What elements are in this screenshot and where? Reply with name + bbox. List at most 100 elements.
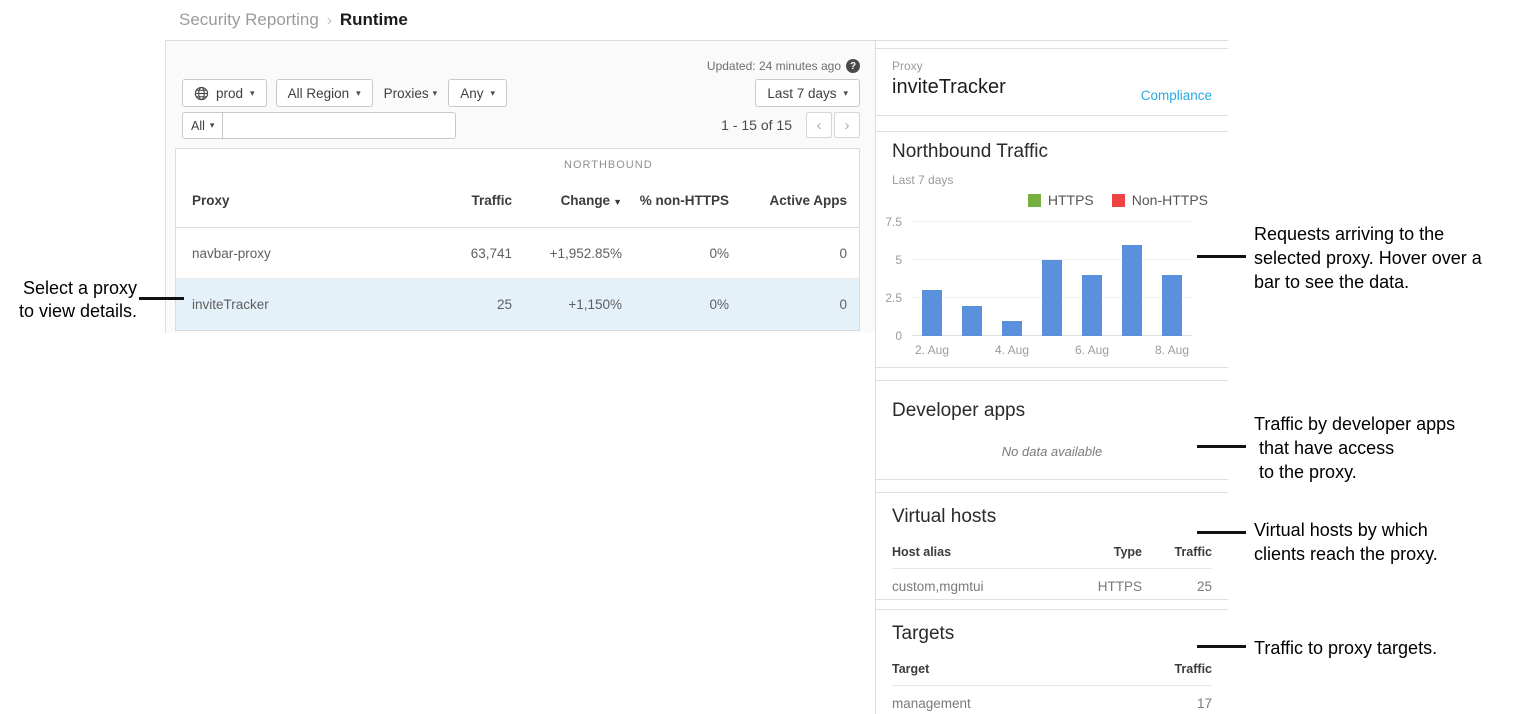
callout-requests: Requests arriving to the selected proxy.…	[1254, 222, 1482, 294]
chart-x-tick-label	[1032, 343, 1072, 357]
updated-status: Updated: 24 minutes ago ?	[707, 59, 860, 73]
chart-y-tick-label: 0	[895, 329, 902, 343]
targets-card: Targets Target Traffic management 17	[876, 609, 1228, 714]
chart-bar[interactable]	[1082, 275, 1102, 336]
cell-proxy: inviteTracker	[192, 297, 392, 312]
cell-host-alias: custom,mgmtui	[892, 579, 1052, 594]
chart-x-tick-label	[952, 343, 992, 357]
sort-desc-icon: ▼	[613, 197, 622, 207]
target-row: management 17	[892, 686, 1212, 711]
legend-swatch-https	[1028, 194, 1041, 207]
chart-x-tick-label	[1112, 343, 1152, 357]
page-title: Runtime	[340, 10, 408, 30]
updated-label: Updated: 24 minutes ago	[707, 59, 841, 73]
callout-virtual-hosts: Virtual hosts by which clients reach the…	[1254, 518, 1438, 566]
environment-label: prod	[216, 86, 243, 101]
breadcrumb-security-reporting[interactable]: Security Reporting	[179, 10, 319, 30]
filter-bar: prod ▾ All Region ▾ Proxies ▾ Any ▾	[182, 79, 507, 107]
search-bar: All ▾	[182, 112, 456, 139]
chart-y-tick-label: 5	[895, 253, 902, 267]
date-range-dropdown[interactable]: Last 7 days ▾	[755, 79, 860, 107]
caret-down-icon: ▾	[210, 120, 215, 131]
northbound-traffic-title: Northbound Traffic	[892, 141, 1212, 163]
column-header-traffic: Traffic	[1142, 662, 1212, 676]
chart-x-labels: 2. Aug4. Aug6. Aug8. Aug	[912, 343, 1192, 357]
proxies-dropdown[interactable]: Proxies ▾	[382, 86, 440, 101]
legend-label-non-https: Non-HTTPS	[1132, 192, 1208, 208]
chart-bars	[912, 222, 1192, 336]
chart-bar[interactable]	[1122, 245, 1142, 336]
cell-type: HTTPS	[1052, 579, 1142, 594]
cell-target: management	[892, 696, 1142, 711]
developer-apps-title: Developer apps	[892, 400, 1212, 422]
cell-proxy: navbar-proxy	[192, 246, 392, 261]
chart-subtitle: Last 7 days	[892, 173, 1212, 187]
cell-change: +1,150%	[512, 297, 622, 312]
region-dropdown[interactable]: All Region ▾	[276, 79, 373, 107]
chart-bar[interactable]	[962, 306, 982, 336]
globe-icon	[194, 86, 209, 101]
any-label: Any	[460, 86, 483, 101]
legend-swatch-non-https	[1112, 194, 1125, 207]
search-scope-label: All	[191, 119, 205, 133]
chart-bar[interactable]	[922, 290, 942, 336]
search-scope-dropdown[interactable]: All ▾	[182, 112, 223, 139]
virtual-hosts-title: Virtual hosts	[892, 506, 1212, 528]
table-row-navbar-proxy[interactable]: navbar-proxy 63,741 +1,952.85% 0% 0	[176, 228, 859, 279]
chart-plot	[912, 222, 1192, 336]
proxies-table: NORTHBOUND Proxy Traffic Change▼ % non-H…	[175, 148, 860, 331]
pagination: 1 - 15 of 15 ‹ ›	[721, 112, 860, 138]
northbound-traffic-card: Northbound Traffic Last 7 days HTTPS Non…	[876, 131, 1228, 368]
callout-line-targets	[1197, 645, 1246, 648]
northbound-traffic-chart: 02.557.5 2. Aug4. Aug6. Aug8. Aug	[892, 222, 1212, 357]
cell-traffic: 25	[1142, 579, 1212, 594]
column-header-target: Target	[892, 662, 1142, 676]
proxy-header-card: Proxy inviteTracker Compliance	[876, 48, 1228, 116]
chart-legend: HTTPS Non-HTTPS	[892, 192, 1212, 208]
callout-line-select-proxy	[139, 297, 184, 300]
cell-traffic: 17	[1142, 696, 1212, 711]
cell-change: +1,952.85%	[512, 246, 622, 261]
environment-dropdown[interactable]: prod ▾	[182, 79, 267, 107]
help-icon[interactable]: ?	[846, 59, 860, 73]
column-header-traffic[interactable]: Traffic	[392, 193, 512, 210]
chart-y-axis: 02.557.5	[892, 222, 912, 336]
chart-y-tick-label: 2.5	[885, 291, 902, 305]
pagination-label: 1 - 15 of 15	[721, 117, 792, 133]
chart-bar[interactable]	[1042, 260, 1062, 336]
table-row-invitetracker[interactable]: inviteTracker 25 +1,150% 0% 0	[176, 279, 859, 330]
cell-traffic: 63,741	[392, 246, 512, 261]
column-header-proxy[interactable]: Proxy	[192, 193, 392, 210]
table-header-row: Proxy Traffic Change▼ % non-HTTPS Active…	[176, 176, 859, 228]
column-header-active-apps[interactable]: Active Apps	[729, 193, 847, 210]
chart-bar[interactable]	[1162, 275, 1182, 336]
caret-down-icon: ▾	[490, 88, 495, 99]
search-input[interactable]	[223, 112, 456, 139]
callout-developer-apps: Traffic by developer apps that have acce…	[1254, 412, 1455, 484]
chevron-right-icon: ›	[845, 117, 850, 134]
chevron-left-icon: ‹	[817, 117, 822, 134]
chart-x-tick-label: 4. Aug	[992, 343, 1032, 357]
date-range-label: Last 7 days	[767, 86, 836, 101]
column-header-host-alias: Host alias	[892, 545, 1052, 559]
virtual-host-row: custom,mgmtui HTTPS 25	[892, 569, 1212, 594]
cell-non-https: 0%	[622, 246, 729, 261]
cell-active-apps: 0	[729, 297, 847, 312]
chart-x-tick-label: 8. Aug	[1152, 343, 1192, 357]
chart-bar[interactable]	[1002, 321, 1022, 336]
legend-item-https[interactable]: HTTPS	[1028, 192, 1094, 208]
legend-label-https: HTTPS	[1048, 192, 1094, 208]
prev-page-button[interactable]: ‹	[806, 112, 832, 138]
legend-item-non-https[interactable]: Non-HTTPS	[1112, 192, 1208, 208]
caret-down-icon: ▾	[433, 88, 438, 99]
proxy-label: Proxy	[892, 59, 1212, 73]
compliance-link[interactable]: Compliance	[1141, 88, 1212, 103]
proxy-detail-panel: Proxy inviteTracker Compliance Northboun…	[875, 41, 1228, 714]
callout-line-virtual-hosts	[1197, 531, 1246, 534]
northbound-group-label: NORTHBOUND	[564, 159, 653, 171]
any-dropdown[interactable]: Any ▾	[448, 79, 507, 107]
next-page-button[interactable]: ›	[834, 112, 860, 138]
developer-apps-card: Developer apps No data available	[876, 380, 1228, 480]
column-header-change[interactable]: Change▼	[512, 193, 622, 210]
column-header-non-https[interactable]: % non-HTTPS	[622, 193, 729, 210]
